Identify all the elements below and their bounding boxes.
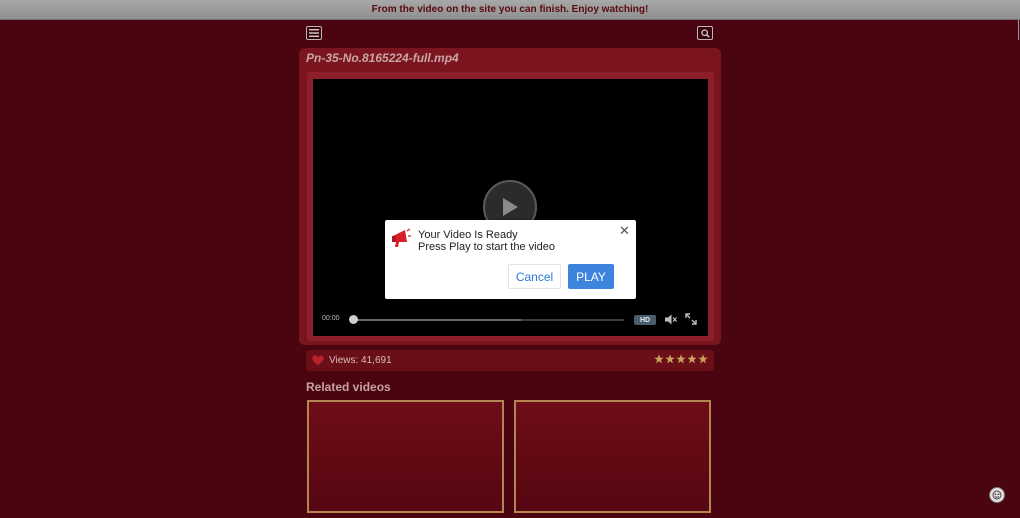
star-icon[interactable]	[698, 354, 708, 364]
top-banner: From the video on the site you can finis…	[0, 0, 1020, 20]
quality-badge[interactable]: HD	[634, 315, 656, 325]
hamburger-icon	[309, 29, 319, 37]
view-count: Views: 41,691	[329, 355, 392, 366]
robot-face-icon	[992, 490, 1002, 500]
play-button[interactable]: PLAY	[568, 264, 614, 289]
related-video-thumb[interactable]	[307, 400, 504, 513]
star-icon[interactable]	[676, 354, 686, 364]
megaphone-icon	[392, 228, 411, 247]
banner-text: From the video on the site you can finis…	[371, 4, 649, 15]
star-icon[interactable]	[665, 354, 675, 364]
fullscreen-icon[interactable]	[685, 313, 697, 325]
chat-bubble-button[interactable]	[989, 487, 1005, 503]
related-video-thumb[interactable]	[514, 400, 711, 513]
cancel-button[interactable]: Cancel	[508, 264, 561, 289]
dialog-message: Press Play to start the video	[418, 241, 555, 253]
scrollbar-edge	[1018, 20, 1019, 40]
current-time: 00:00	[322, 315, 340, 322]
play-icon	[503, 198, 518, 216]
close-icon[interactable]: ✕	[619, 224, 630, 237]
search-button[interactable]	[697, 26, 713, 40]
star-icon[interactable]	[687, 354, 697, 364]
seek-handle[interactable]	[349, 315, 358, 324]
related-videos-heading: Related videos	[306, 380, 391, 394]
seek-bar[interactable]	[353, 319, 624, 321]
mute-icon[interactable]	[665, 314, 677, 325]
search-icon	[700, 28, 710, 38]
rating-stars[interactable]	[654, 354, 708, 364]
video-title: Pn-35-No.8165224-full.mp4	[306, 51, 459, 65]
star-icon[interactable]	[654, 354, 664, 364]
dialog-title: Your Video Is Ready	[418, 229, 518, 241]
seek-buffered	[353, 319, 522, 321]
heart-icon[interactable]	[312, 355, 324, 366]
menu-button[interactable]	[306, 26, 322, 40]
